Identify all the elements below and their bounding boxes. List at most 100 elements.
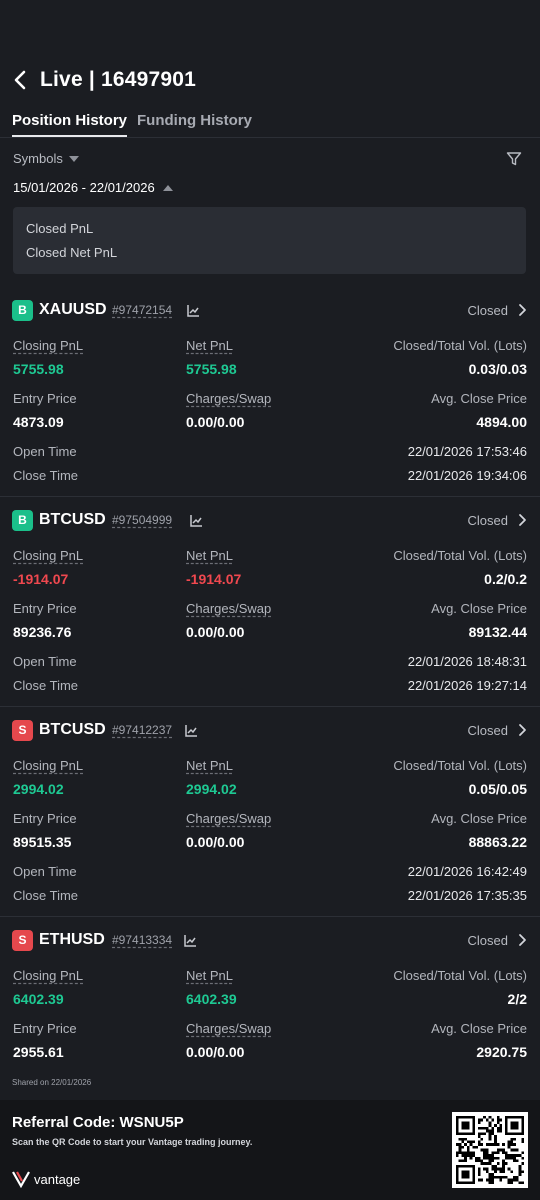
- chevron-right-icon[interactable]: [517, 303, 527, 317]
- date-range-label: 15/01/2026 - 22/01/2026: [13, 180, 155, 195]
- header: Live | 16497901: [0, 62, 540, 98]
- net-pnl-value: 5755.98: [186, 361, 237, 377]
- position-symbol: ETHUSD: [39, 931, 105, 948]
- vantage-logo-icon: [12, 1171, 30, 1188]
- closing-pnl-value: 5755.98: [13, 361, 64, 377]
- net-pnl-label[interactable]: Net PnL: [186, 548, 233, 563]
- tab-position-history[interactable]: Position History: [12, 112, 128, 137]
- vol-value: 0.03/0.03: [468, 361, 527, 377]
- charges-swap-label[interactable]: Charges/Swap: [186, 811, 271, 826]
- position-symbol: BTCUSD: [39, 511, 106, 528]
- entry-price-label: Entry Price: [13, 1021, 77, 1036]
- avg-close-value: 89132.44: [468, 624, 527, 640]
- entry-price-value: 89236.76: [13, 624, 72, 640]
- brand-name: vantage: [34, 1171, 81, 1187]
- net-pnl-value: 6402.39: [186, 991, 237, 1007]
- entry-price-value: 4873.09: [13, 414, 64, 430]
- closing-pnl-label[interactable]: Closing PnL: [13, 338, 83, 353]
- status-label: Closed: [467, 513, 508, 528]
- net-pnl-label[interactable]: Net PnL: [186, 338, 233, 353]
- open-time-value: 22/01/2026 16:42:49: [407, 864, 527, 879]
- closing-pnl-label[interactable]: Closing PnL: [13, 548, 83, 563]
- chart-icon[interactable]: [186, 304, 200, 318]
- closed-net-pnl-label: Closed Net PnL: [26, 245, 118, 260]
- divider: [0, 916, 540, 917]
- referral-subtitle: Scan the QR Code to start your Vantage t…: [12, 1137, 253, 1147]
- page-title: Live | 16497901: [40, 68, 196, 91]
- side-badge-buy: B: [12, 510, 33, 531]
- chevron-right-icon[interactable]: [517, 723, 527, 737]
- closing-pnl-label[interactable]: Closing PnL: [13, 968, 83, 983]
- avg-close-value: 88863.22: [468, 834, 527, 850]
- charges-swap-value: 0.00/0.00: [186, 624, 245, 640]
- brand: vantage: [12, 1170, 80, 1188]
- open-time-label: Open Time: [13, 444, 77, 459]
- open-time-value: 22/01/2026 18:48:31: [407, 654, 527, 669]
- entry-price-value: 2955.61: [13, 1044, 64, 1060]
- caret-down-icon: [68, 155, 79, 162]
- entry-price-label: Entry Price: [13, 391, 77, 406]
- open-time-value: 22/01/2026 17:53:46: [407, 444, 527, 459]
- chart-icon[interactable]: [184, 724, 198, 738]
- order-number[interactable]: #97412237: [112, 723, 172, 737]
- qr-code-icon: [456, 1116, 524, 1184]
- chevron-right-icon[interactable]: [517, 513, 527, 527]
- shared-on-label: Shared on 22/01/2026: [12, 1078, 92, 1087]
- avg-close-label: Avg. Close Price: [431, 1021, 527, 1036]
- entry-price-label: Entry Price: [13, 811, 77, 826]
- closing-pnl-value: -1914.07: [13, 571, 69, 587]
- chart-icon[interactable]: [183, 934, 197, 948]
- avg-close-value: 2920.75: [476, 1044, 527, 1060]
- chart-icon[interactable]: [189, 514, 203, 528]
- position-card[interactable]: B XAUUSD #97472154 Closed Closing PnL Ne…: [0, 298, 540, 496]
- net-pnl-label[interactable]: Net PnL: [186, 758, 233, 773]
- charges-swap-label[interactable]: Charges/Swap: [186, 601, 271, 616]
- position-card[interactable]: S BTCUSD #97412237 Closed Closing PnL Ne…: [0, 718, 540, 916]
- charges-swap-value: 0.00/0.00: [186, 1044, 245, 1060]
- caret-up-icon: [162, 184, 173, 191]
- qr-code: [452, 1112, 528, 1188]
- vol-label: Closed/Total Vol. (Lots): [393, 338, 527, 353]
- order-number[interactable]: #97413334: [112, 933, 172, 947]
- charges-swap-label[interactable]: Charges/Swap: [186, 391, 271, 406]
- avg-close-label: Avg. Close Price: [431, 391, 527, 406]
- charges-swap-value: 0.00/0.00: [186, 834, 245, 850]
- charges-swap-label[interactable]: Charges/Swap: [186, 1021, 271, 1036]
- vol-value: 0.05/0.05: [468, 781, 527, 797]
- side-badge-sell: S: [12, 720, 33, 741]
- close-time-label: Close Time: [13, 888, 79, 903]
- avg-close-value: 4894.00: [476, 414, 527, 430]
- close-time-value: 22/01/2026 19:34:06: [407, 468, 527, 483]
- order-number[interactable]: #97504999: [112, 513, 172, 527]
- date-range-selector[interactable]: 15/01/2026 - 22/01/2026: [13, 180, 173, 195]
- close-time-label: Close Time: [13, 468, 79, 483]
- position-card[interactable]: S ETHUSD #97413334 Closed Closing PnL Ne…: [0, 928, 540, 1068]
- status-label: Closed: [467, 933, 508, 948]
- charges-swap-value: 0.00/0.00: [186, 414, 245, 430]
- net-pnl-label[interactable]: Net PnL: [186, 968, 233, 983]
- chevron-left-icon[interactable]: [12, 69, 30, 91]
- position-card[interactable]: B BTCUSD #97504999 Closed Closing PnL Ne…: [0, 508, 540, 706]
- symbols-label: Symbols: [13, 151, 63, 166]
- referral-code: Referral Code: WSNU5P: [12, 1114, 184, 1131]
- entry-price-label: Entry Price: [13, 601, 77, 616]
- vol-label: Closed/Total Vol. (Lots): [393, 758, 527, 773]
- tab-funding-history[interactable]: Funding History: [137, 112, 252, 129]
- closing-pnl-value: 2994.02: [13, 781, 64, 797]
- vol-label: Closed/Total Vol. (Lots): [393, 968, 527, 983]
- net-pnl-value: 2994.02: [186, 781, 237, 797]
- tab-bar: Position History Funding History: [0, 108, 540, 138]
- order-number[interactable]: #97472154: [112, 303, 172, 317]
- filter-icon[interactable]: [506, 151, 522, 167]
- symbols-dropdown[interactable]: Symbols: [13, 151, 79, 166]
- side-badge-buy: B: [12, 300, 33, 321]
- open-time-label: Open Time: [13, 654, 77, 669]
- avg-close-label: Avg. Close Price: [431, 601, 527, 616]
- close-time-value: 22/01/2026 19:27:14: [407, 678, 527, 693]
- divider: [0, 706, 540, 707]
- chevron-right-icon[interactable]: [517, 933, 527, 947]
- closing-pnl-label[interactable]: Closing PnL: [13, 758, 83, 773]
- closing-pnl-value: 6402.39: [13, 991, 64, 1007]
- status-label: Closed: [467, 303, 508, 318]
- net-pnl-value: -1914.07: [186, 571, 242, 587]
